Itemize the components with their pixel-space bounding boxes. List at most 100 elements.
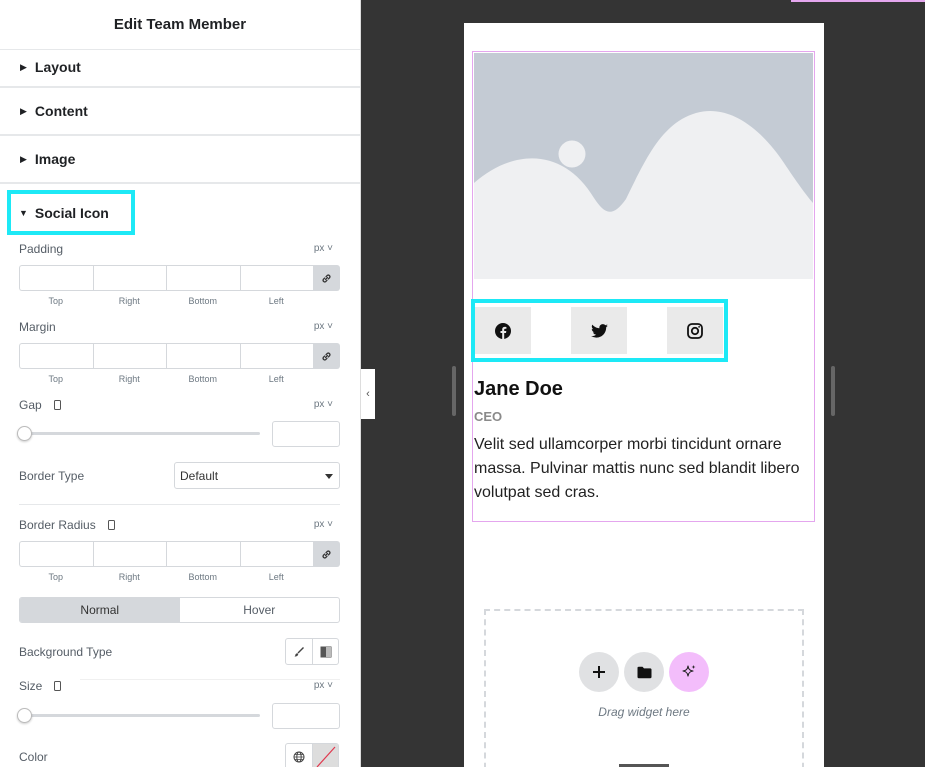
unit-label: px — [313, 680, 325, 691]
gap-slider[interactable] — [17, 426, 260, 441]
padding-bottom-input[interactable] — [166, 265, 240, 291]
padding-dim-labels: Top Right Bottom Left — [19, 296, 313, 306]
global-colors-button[interactable] — [286, 744, 312, 767]
tab-hover[interactable]: Hover — [180, 598, 340, 622]
border-radius-label: Border Radius — [19, 518, 115, 532]
top-accent-bar — [791, 0, 925, 2]
facebook-link[interactable] — [475, 307, 531, 354]
unit-label: px — [313, 519, 325, 530]
slider-handle[interactable] — [17, 426, 32, 441]
size-unit-select[interactable]: px ˅ — [314, 680, 333, 691]
background-gradient-button[interactable] — [312, 639, 338, 664]
member-bio: Velit sed ullamcorper morbi tincidunt or… — [474, 436, 800, 501]
globe-icon — [293, 751, 305, 762]
border-radius-label-text: Border Radius — [19, 518, 96, 532]
instagram-link[interactable] — [667, 307, 723, 354]
unit-label: px — [313, 321, 325, 332]
team-member-widget[interactable]: Jane Doe CEO Velit sed ullamcorper morbi… — [471, 51, 815, 522]
slider-handle[interactable] — [17, 708, 32, 723]
section-label: Layout — [34, 59, 81, 75]
margin-left-input[interactable] — [239, 343, 313, 369]
link-values-button[interactable] — [313, 541, 340, 567]
image-placeholder-icon — [474, 53, 813, 212]
margin-right-input[interactable] — [92, 343, 166, 369]
dim-label-left: Left — [268, 296, 284, 306]
section-image[interactable]: ▶ Image — [0, 136, 360, 184]
radius-dim-labels: Top Right Bottom Left — [19, 572, 313, 582]
ai-generate-button[interactable] — [669, 652, 709, 692]
padding-unit-select[interactable]: px ˅ — [314, 243, 333, 254]
size-value-input[interactable] — [272, 703, 340, 729]
caret-right-icon: ▶ — [20, 61, 27, 72]
dim-label-left: Left — [268, 374, 284, 384]
link-icon — [322, 351, 331, 361]
color-label: Color — [19, 750, 48, 764]
border-type-select[interactable]: Default — [174, 462, 340, 489]
margin-unit-select[interactable]: px ˅ — [314, 321, 333, 332]
link-values-button[interactable] — [313, 343, 340, 369]
border-type-value: Default — [180, 468, 219, 483]
color-picker-swatch[interactable] — [312, 744, 338, 767]
social-icons-row — [471, 299, 728, 362]
section-social-icon[interactable]: ▼ Social Icon — [7, 190, 135, 235]
mobile-device-icon[interactable] — [53, 400, 61, 410]
facebook-icon — [495, 322, 511, 339]
margin-top-input[interactable] — [19, 343, 93, 369]
radius-top-input[interactable] — [19, 541, 93, 567]
radius-left-input[interactable] — [239, 541, 313, 567]
padding-dimensions — [19, 265, 340, 291]
link-icon — [322, 549, 331, 559]
margin-bottom-input[interactable] — [166, 343, 240, 369]
section-label: Social Icon — [34, 204, 109, 221]
resize-handle-left[interactable] — [452, 366, 456, 416]
gap-unit-select[interactable]: px ˅ — [314, 399, 333, 410]
panel-header: Edit Team Member — [0, 0, 360, 50]
size-label: Size — [19, 679, 62, 693]
dim-label-left: Left — [268, 572, 284, 582]
unit-label: px — [313, 243, 325, 254]
brush-icon — [294, 646, 304, 657]
padding-right-input[interactable] — [92, 265, 166, 291]
tab-normal[interactable]: Normal — [20, 598, 180, 622]
folder-icon — [637, 666, 651, 678]
resize-handle-right[interactable] — [831, 366, 835, 416]
dim-label-bottom: Bottom — [188, 296, 217, 306]
link-values-button[interactable] — [313, 265, 340, 291]
member-role: CEO — [474, 409, 503, 424]
state-tabs: Normal Hover — [19, 597, 340, 623]
dim-label-top: Top — [48, 572, 63, 582]
mobile-device-icon[interactable] — [107, 520, 115, 530]
widget-drop-zone[interactable]: Drag widget here — [484, 609, 804, 767]
twitter-link[interactable] — [571, 307, 627, 354]
background-type-label: Background Type — [19, 645, 113, 659]
dim-label-bottom: Bottom — [188, 572, 217, 582]
panel-title: Edit Team Member — [113, 16, 247, 33]
add-template-button[interactable] — [624, 652, 664, 692]
no-color-icon — [316, 746, 335, 767]
size-slider[interactable] — [17, 708, 260, 723]
collapse-panel-button[interactable]: ‹ — [361, 369, 375, 419]
gap-value-input[interactable] — [272, 421, 340, 447]
radius-bottom-input[interactable] — [166, 541, 240, 567]
add-section-button[interactable] — [579, 652, 619, 692]
member-name: Jane Doe — [474, 378, 563, 400]
size-label-text: Size — [19, 679, 43, 693]
section-label: Image — [34, 151, 76, 167]
divider — [80, 679, 340, 680]
margin-dimensions — [19, 343, 340, 369]
section-content[interactable]: ▶ Content — [0, 88, 360, 136]
border-radius-unit-select[interactable]: px ˅ — [314, 519, 333, 530]
link-icon — [322, 273, 331, 283]
image-placeholder[interactable] — [474, 53, 813, 279]
padding-left-input[interactable] — [239, 265, 313, 291]
dim-label-top: Top — [48, 296, 63, 306]
unit-label: px — [313, 399, 325, 410]
background-classic-button[interactable] — [286, 639, 312, 664]
dim-label-bottom: Bottom — [188, 374, 217, 384]
radius-right-input[interactable] — [92, 541, 166, 567]
sparkle-icon — [682, 665, 696, 677]
section-layout[interactable]: ▶ Layout — [0, 48, 360, 88]
mobile-device-icon[interactable] — [54, 681, 62, 691]
preview-canvas: Jane Doe CEO Velit sed ullamcorper morbi… — [464, 23, 824, 767]
padding-top-input[interactable] — [19, 265, 93, 291]
